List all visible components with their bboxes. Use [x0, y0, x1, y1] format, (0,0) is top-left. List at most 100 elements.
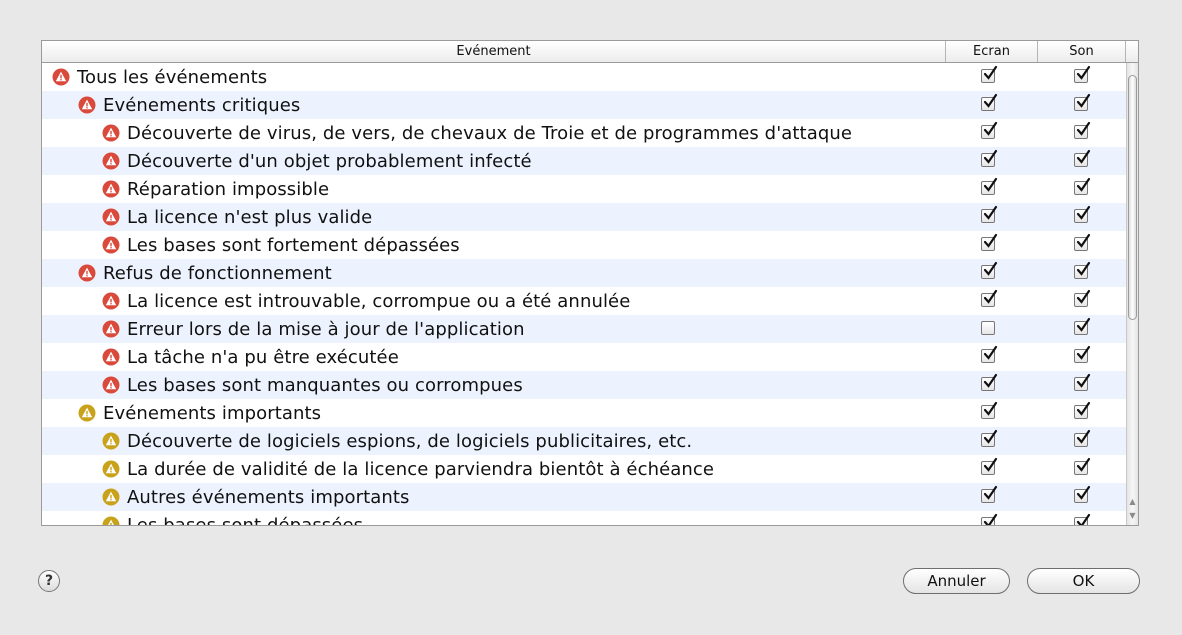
sound-checkbox[interactable] [1074, 429, 1091, 447]
critical-warning-icon [78, 96, 96, 114]
event-cell: Les bases sont fortement dépassées [102, 231, 460, 259]
sound-checkbox[interactable] [1074, 149, 1091, 167]
table-row[interactable]: Réparation impossible [42, 175, 1126, 203]
table-row[interactable]: Les bases sont dépassées [42, 511, 1126, 525]
event-label: La tâche n'a pu être exécutée [127, 346, 399, 368]
sound-checkbox[interactable] [1074, 457, 1091, 475]
event-cell: Autres événements importants [102, 483, 410, 511]
screen-checkbox[interactable] [981, 321, 995, 335]
critical-warning-icon [52, 68, 70, 86]
event-cell: La licence est introuvable, corrompue ou… [102, 287, 630, 315]
scroll-up-arrow-icon[interactable]: ▲ [1127, 495, 1138, 509]
vertical-scrollbar[interactable]: ▲ ▼ [1126, 63, 1138, 525]
table-header: Evénement Ecran Son [42, 41, 1138, 63]
critical-warning-icon [102, 292, 120, 310]
sound-checkbox[interactable] [1074, 485, 1091, 503]
sound-checkbox[interactable] [1074, 233, 1091, 251]
screen-checkbox[interactable] [981, 233, 998, 251]
event-label: Tous les événements [77, 66, 268, 88]
event-label: Les bases sont manquantes ou corrompues [127, 374, 523, 396]
screen-checkbox[interactable] [981, 177, 998, 195]
checkmark-icon [1076, 65, 1091, 80]
checkmark-icon [1076, 233, 1091, 248]
column-header-sound[interactable]: Son [1038, 41, 1126, 62]
table-row[interactable]: La licence n'est plus valide [42, 203, 1126, 231]
sound-checkbox[interactable] [1074, 513, 1091, 525]
screen-checkbox[interactable] [981, 457, 998, 475]
screen-checkbox[interactable] [981, 261, 998, 279]
table-row[interactable]: Découverte de virus, de vers, de chevaux… [42, 119, 1126, 147]
table-row[interactable]: Erreur lors de la mise à jour de l'appli… [42, 315, 1126, 343]
screen-checkbox[interactable] [981, 513, 998, 525]
table-row[interactable]: Tous les événements [42, 63, 1126, 91]
sound-checkbox[interactable] [1074, 317, 1091, 335]
screen-checkbox[interactable] [981, 429, 998, 447]
screen-checkbox[interactable] [981, 289, 998, 307]
table-row[interactable]: Les bases sont manquantes ou corrompues [42, 371, 1126, 399]
checkmark-icon [983, 289, 998, 304]
sound-checkbox[interactable] [1074, 401, 1091, 419]
screen-checkbox[interactable] [981, 401, 998, 419]
sound-checkbox[interactable] [1074, 373, 1091, 391]
scroll-down-arrow-icon[interactable]: ▼ [1127, 509, 1138, 523]
critical-warning-icon [102, 124, 120, 142]
screen-checkbox[interactable] [981, 205, 998, 223]
sound-checkbox[interactable] [1074, 177, 1091, 195]
event-label: La durée de validité de la licence parvi… [127, 458, 715, 480]
sound-checkbox[interactable] [1074, 289, 1091, 307]
critical-warning-icon [102, 208, 120, 226]
table-row[interactable]: Evénements critiques [42, 91, 1126, 119]
checkmark-icon [983, 373, 998, 388]
checkmark-icon [983, 177, 998, 192]
table-row[interactable]: Découverte de logiciels espions, de logi… [42, 427, 1126, 455]
sound-checkbox[interactable] [1074, 121, 1091, 139]
event-label: Découverte de virus, de vers, de chevaux… [127, 122, 853, 144]
critical-warning-icon [102, 152, 120, 170]
sound-checkbox[interactable] [1074, 93, 1091, 111]
event-label: Evénements importants [103, 402, 322, 424]
sound-checkbox[interactable] [1074, 345, 1091, 363]
screen-checkbox[interactable] [981, 121, 998, 139]
screen-checkbox[interactable] [981, 65, 998, 83]
column-header-screen[interactable]: Ecran [946, 41, 1038, 62]
help-button[interactable]: ? [38, 570, 60, 592]
screen-checkbox[interactable] [981, 485, 998, 503]
sound-checkbox[interactable] [1074, 261, 1091, 279]
checkmark-icon [983, 93, 998, 108]
screen-checkbox[interactable] [981, 345, 998, 363]
sound-checkbox[interactable] [1074, 205, 1091, 223]
checkmark-icon [1076, 429, 1091, 444]
critical-warning-icon [102, 180, 120, 198]
checkmark-icon [983, 121, 998, 136]
table-row[interactable]: Les bases sont fortement dépassées [42, 231, 1126, 259]
table-row[interactable]: La licence est introuvable, corrompue ou… [42, 287, 1126, 315]
scrollbar-thumb[interactable] [1128, 75, 1137, 320]
event-cell: Tous les événements [52, 63, 267, 91]
checkmark-icon [983, 261, 998, 276]
table-row[interactable]: Découverte d'un objet probablement infec… [42, 147, 1126, 175]
checkmark-icon [1076, 457, 1091, 472]
screen-checkbox[interactable] [981, 373, 998, 391]
events-table: Evénement Ecran Son Tous les événements E… [41, 40, 1139, 526]
table-row[interactable]: La tâche n'a pu être exécutée [42, 343, 1126, 371]
ok-button[interactable]: OK [1027, 568, 1140, 594]
cancel-button[interactable]: Annuler [903, 568, 1010, 594]
critical-warning-icon [102, 348, 120, 366]
screen-checkbox[interactable] [981, 149, 998, 167]
sound-checkbox[interactable] [1074, 65, 1091, 83]
checkmark-icon [1076, 317, 1091, 332]
event-label: Refus de fonctionnement [103, 262, 332, 284]
table-row[interactable]: La durée de validité de la licence parvi… [42, 455, 1126, 483]
column-header-event[interactable]: Evénement [42, 41, 946, 62]
important-warning-icon [102, 460, 120, 478]
checkmark-icon [1076, 373, 1091, 388]
important-warning-icon [78, 404, 96, 422]
table-row[interactable]: Autres événements importants [42, 483, 1126, 511]
important-warning-icon [102, 432, 120, 450]
header-corner [1126, 41, 1138, 62]
event-cell: Les bases sont manquantes ou corrompues [102, 371, 523, 399]
screen-checkbox[interactable] [981, 93, 998, 111]
event-label: Evénements critiques [103, 94, 301, 116]
table-row[interactable]: Refus de fonctionnement [42, 259, 1126, 287]
table-row[interactable]: Evénements importants [42, 399, 1126, 427]
